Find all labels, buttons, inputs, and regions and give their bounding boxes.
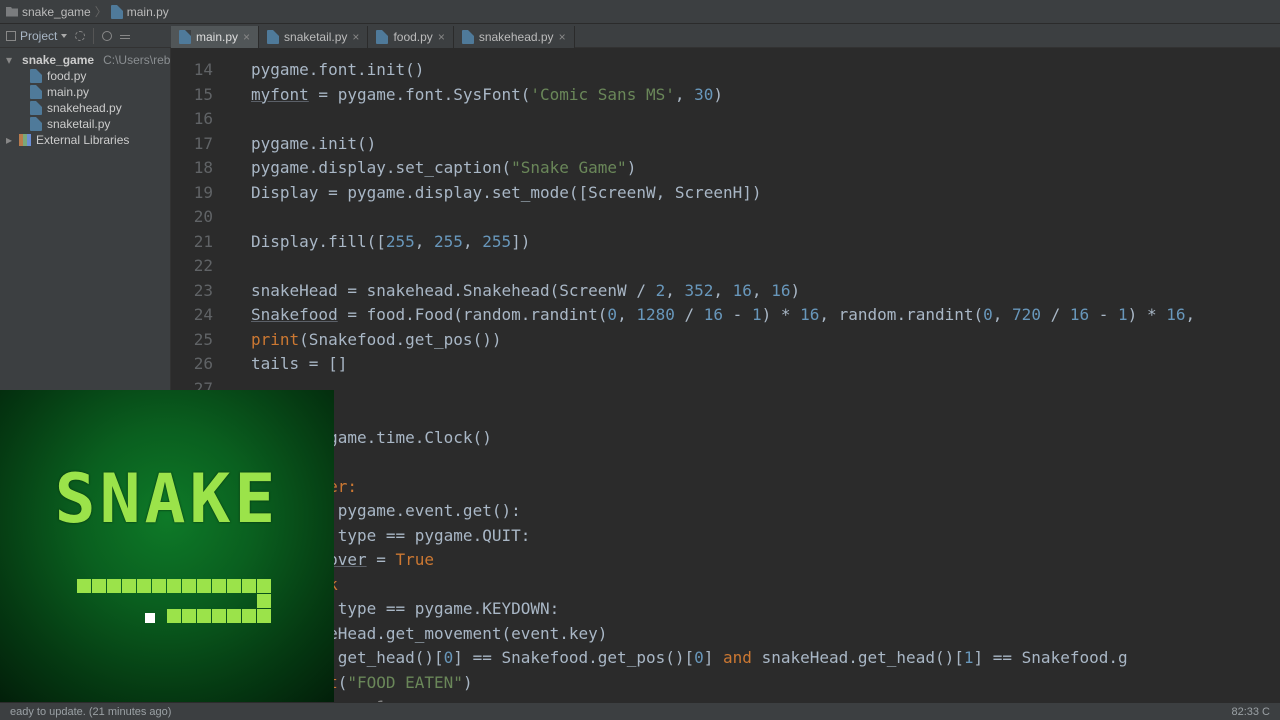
python-file-icon bbox=[376, 30, 388, 44]
close-icon[interactable]: × bbox=[438, 30, 445, 44]
project-label-text: Project bbox=[20, 29, 57, 43]
tree-external-label: External Libraries bbox=[36, 133, 129, 147]
tab-snaketail-py[interactable]: snaketail.py × bbox=[259, 26, 368, 48]
chevron-right-icon[interactable]: ▸ bbox=[6, 133, 14, 147]
tab-food-py[interactable]: food.py × bbox=[368, 26, 453, 48]
breadcrumb-project[interactable]: snake_game bbox=[6, 5, 91, 19]
tab-label: snakehead.py bbox=[479, 30, 554, 44]
editor-tabs: main.py×snaketail.py×food.py×snakehead.p… bbox=[171, 24, 575, 48]
snake-body-graphic bbox=[57, 579, 277, 639]
project-tool-header: Project bbox=[0, 24, 171, 47]
tree-file-label: snakehead.py bbox=[47, 101, 122, 115]
tree-external[interactable]: ▸ External Libraries bbox=[0, 132, 170, 148]
gear-icon[interactable] bbox=[102, 31, 112, 41]
tree-file-label: snaketail.py bbox=[47, 117, 110, 131]
tree-file[interactable]: food.py bbox=[0, 68, 170, 84]
folder-icon bbox=[6, 7, 18, 17]
breadcrumb: snake_game 〉 main.py bbox=[0, 0, 1280, 24]
tab-snakehead-py[interactable]: snakehead.py × bbox=[454, 26, 575, 48]
python-file-icon bbox=[30, 117, 42, 131]
close-icon[interactable]: × bbox=[559, 30, 566, 44]
tab-main-py[interactable]: main.py × bbox=[171, 26, 259, 48]
breadcrumb-file-label: main.py bbox=[127, 5, 169, 19]
python-file-icon bbox=[462, 30, 474, 44]
chevron-down-icon bbox=[61, 34, 67, 38]
tab-label: food.py bbox=[393, 30, 432, 44]
tab-label: main.py bbox=[196, 30, 238, 44]
divider bbox=[93, 28, 94, 44]
tool-row: Project main.py×snaketail.py×food.py×sna… bbox=[0, 24, 1280, 48]
project-icon bbox=[6, 31, 16, 41]
hide-icon[interactable] bbox=[120, 31, 130, 41]
breadcrumb-project-label: snake_game bbox=[22, 5, 91, 19]
status-right: 82:33 C bbox=[1231, 706, 1270, 718]
snake-thumbnail: SNAKE bbox=[0, 390, 334, 708]
code-editor[interactable]: 14 15 16 17 18 19 20 21 22 23 24 25 26 2… bbox=[171, 48, 1280, 702]
snake-title: SNAKE bbox=[55, 460, 280, 539]
status-left: eady to update. (21 minutes ago) bbox=[10, 706, 171, 718]
status-bar: eady to update. (21 minutes ago) 82:33 C bbox=[0, 702, 1280, 720]
tree-file-label: food.py bbox=[47, 69, 86, 83]
python-file-icon bbox=[179, 30, 191, 44]
tree-file[interactable]: snaketail.py bbox=[0, 116, 170, 132]
tree-file[interactable]: main.py bbox=[0, 84, 170, 100]
breadcrumb-file[interactable]: main.py bbox=[111, 5, 169, 19]
library-icon bbox=[19, 134, 31, 146]
project-tool-label[interactable]: Project bbox=[6, 29, 67, 43]
tab-label: snaketail.py bbox=[284, 30, 347, 44]
close-icon[interactable]: × bbox=[352, 30, 359, 44]
tree-root-label: snake_game bbox=[22, 53, 94, 67]
tree-root[interactable]: ▾ snake_game C:\Users\rebba bbox=[0, 52, 170, 68]
tree-file[interactable]: snakehead.py bbox=[0, 100, 170, 116]
target-icon[interactable] bbox=[75, 31, 85, 41]
python-file-icon bbox=[267, 30, 279, 44]
breadcrumb-sep: 〉 bbox=[95, 3, 107, 20]
python-file-icon bbox=[111, 5, 123, 19]
code-area[interactable]: pygame.font.init() myfont = pygame.font.… bbox=[227, 48, 1280, 702]
tree-file-label: main.py bbox=[47, 85, 89, 99]
python-file-icon bbox=[30, 85, 42, 99]
chevron-down-icon[interactable]: ▾ bbox=[6, 53, 12, 67]
python-file-icon bbox=[30, 69, 42, 83]
python-file-icon bbox=[30, 101, 42, 115]
close-icon[interactable]: × bbox=[243, 30, 250, 44]
